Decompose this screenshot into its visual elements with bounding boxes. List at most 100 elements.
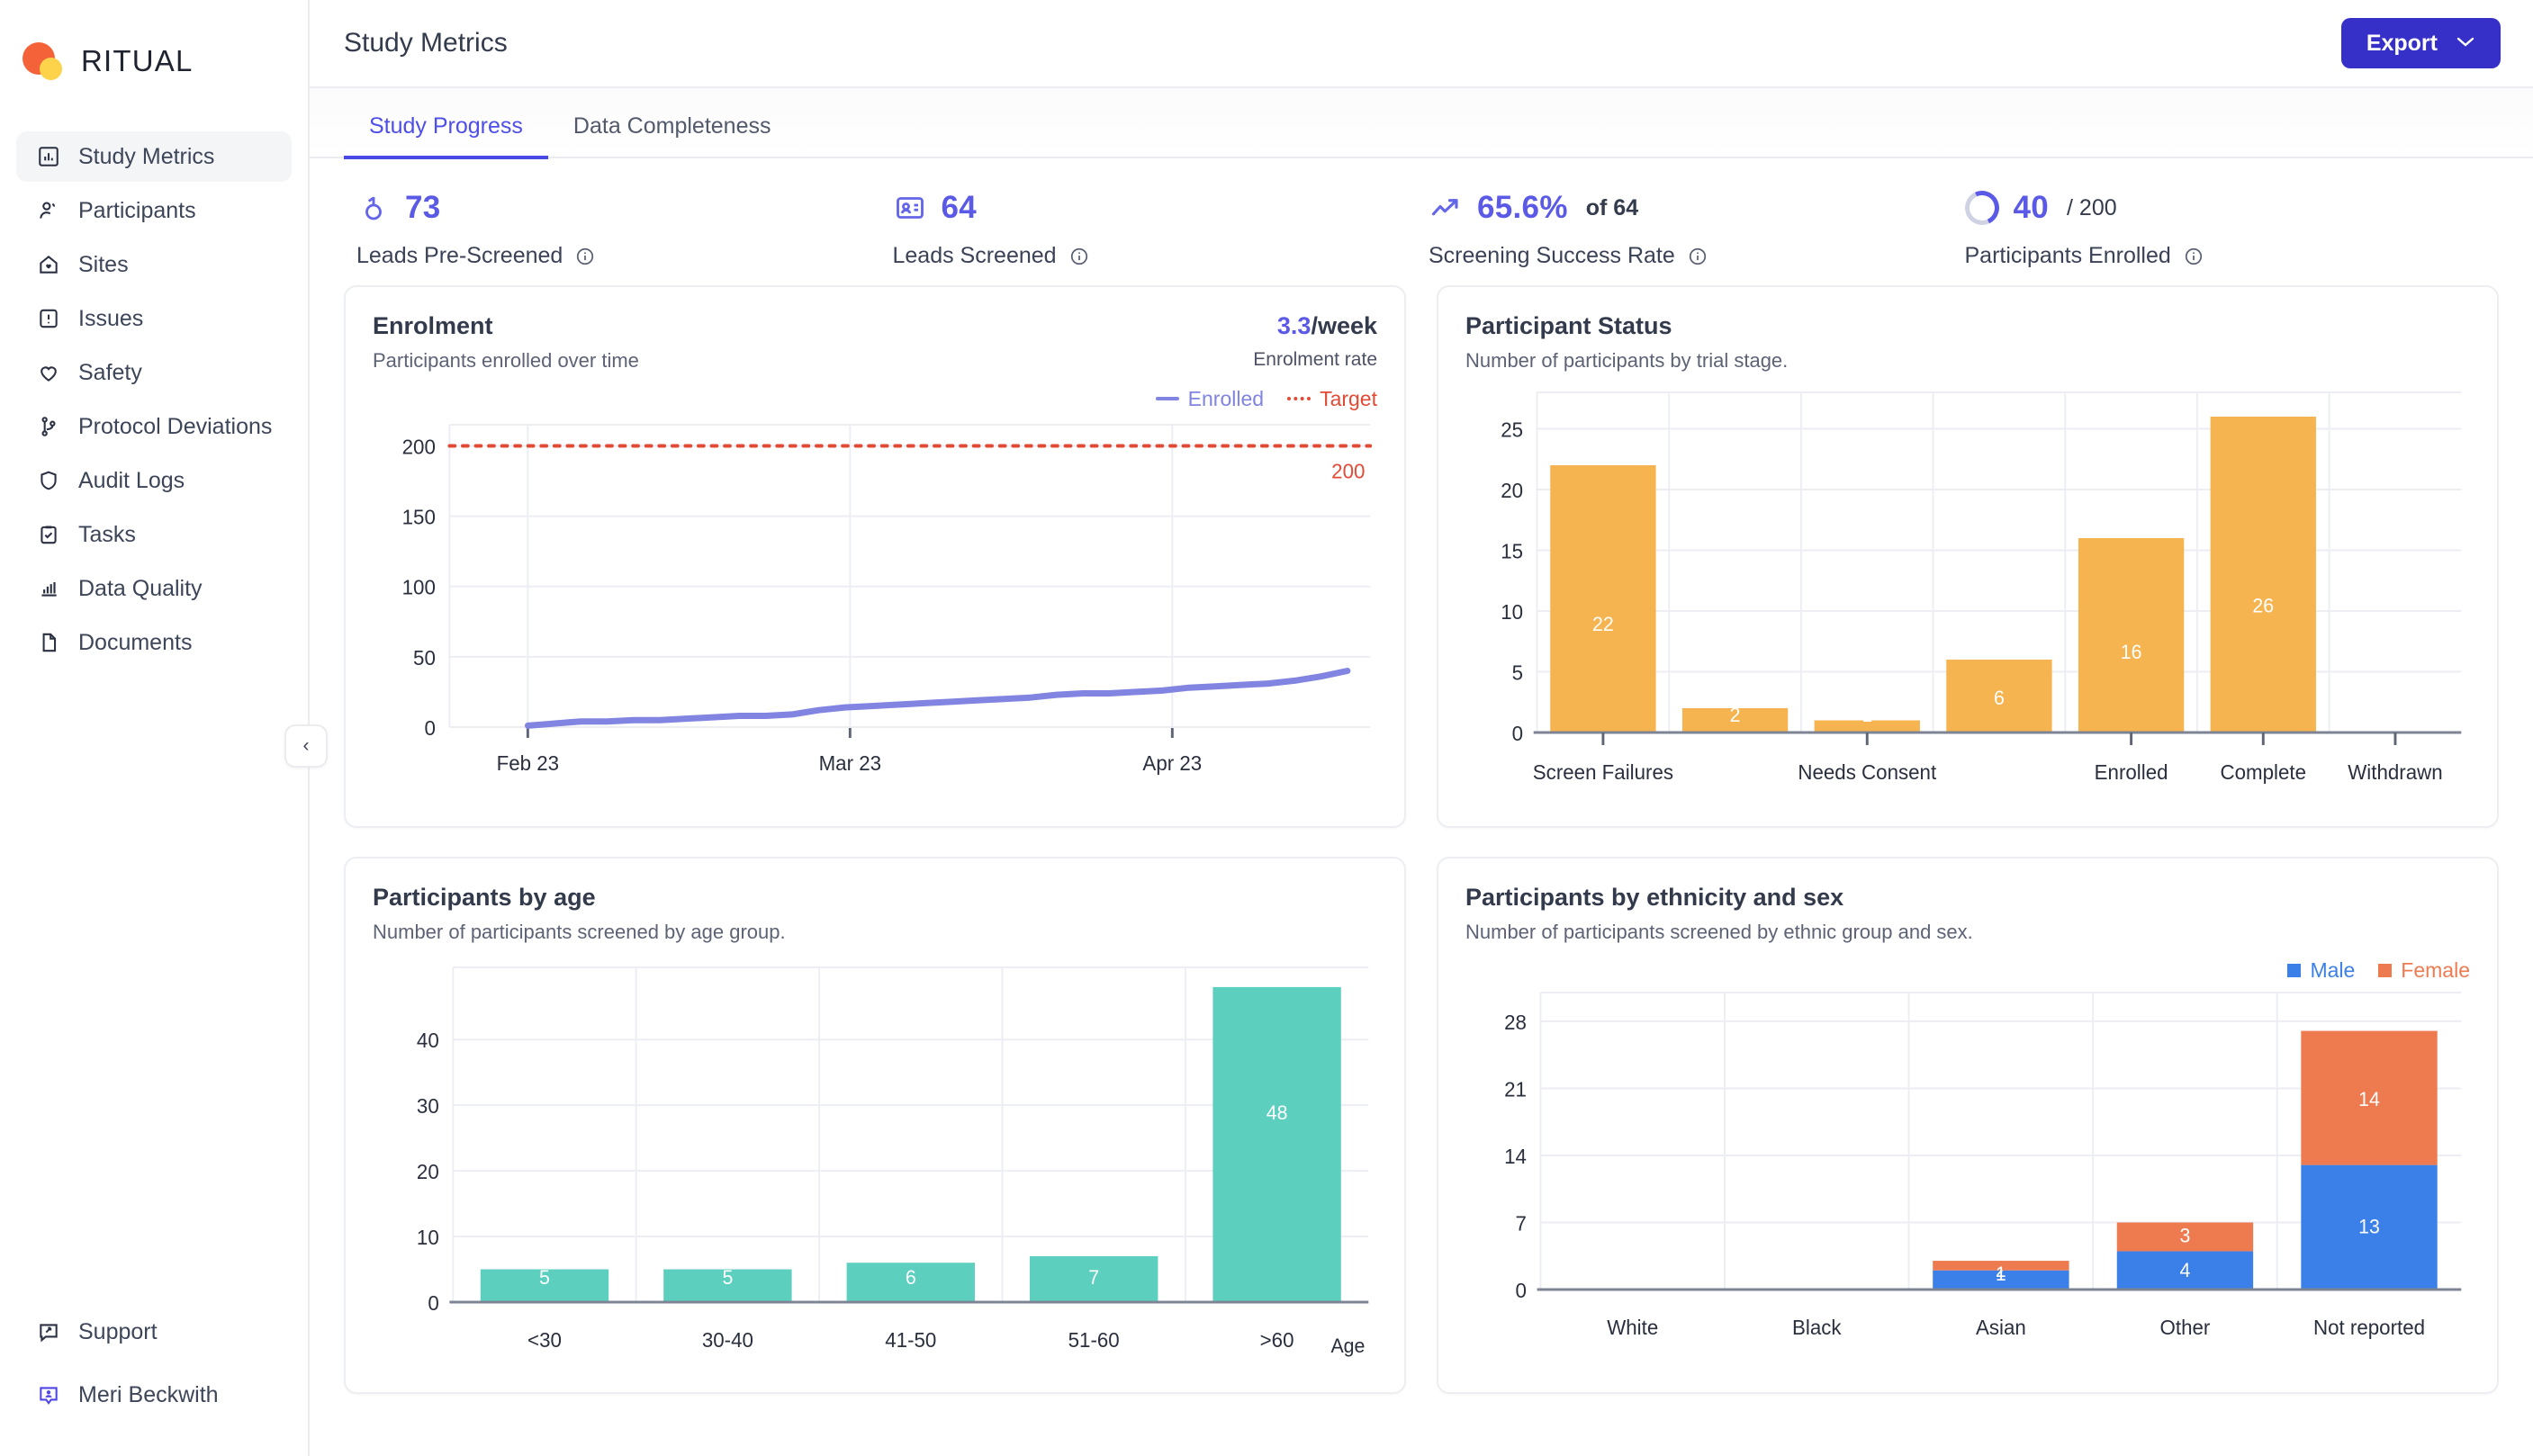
sidebar-item-label: Data Quality xyxy=(78,575,203,601)
donut-progress-icon xyxy=(1960,185,2004,230)
shield-icon xyxy=(36,469,60,493)
svg-text:Not reported: Not reported xyxy=(2313,1316,2425,1339)
sidebar-item-user-profile[interactable]: Meri Beckwith xyxy=(16,1370,292,1420)
sidebar-item-tasks[interactable]: Tasks xyxy=(16,509,292,560)
participants-by-age-bar-chart: 0 10 20 30 40 5 5 6 7 48 <30 30-40 41-50 51-60 >60 Age xyxy=(373,958,1377,1372)
legend-label: Male xyxy=(2310,957,2356,982)
user-badge-icon xyxy=(36,1383,60,1407)
heart-icon xyxy=(36,361,60,385)
line-swatch-icon xyxy=(1155,397,1179,400)
tab-study-progress[interactable]: Study Progress xyxy=(344,113,548,159)
svg-text:20: 20 xyxy=(417,1160,439,1183)
svg-text:0: 0 xyxy=(1516,1279,1527,1302)
legend-item-male[interactable]: Male xyxy=(2287,958,2355,983)
sidebar-item-label: Sites xyxy=(78,251,129,277)
legend-label: Female xyxy=(2401,957,2470,982)
svg-text:150: 150 xyxy=(402,505,436,528)
svg-text:<30: <30 xyxy=(527,1328,562,1352)
enrolment-rate-unit: /week xyxy=(1311,312,1377,339)
kpi-value: 73 xyxy=(405,190,441,225)
sidebar-item-study-metrics[interactable]: Study Metrics xyxy=(16,131,292,182)
card-subtitle: Number of participants by trial stage. xyxy=(1465,349,1789,372)
sidebar-item-issues[interactable]: Issues xyxy=(16,293,292,344)
svg-text:41-50: 41-50 xyxy=(885,1328,936,1352)
svg-text:10: 10 xyxy=(1501,600,1523,624)
document-icon xyxy=(36,631,60,655)
svg-text:White: White xyxy=(1607,1316,1658,1339)
legend-item-female[interactable]: Female xyxy=(2378,958,2470,983)
alert-square-icon xyxy=(36,307,60,331)
svg-text:10: 10 xyxy=(417,1226,439,1249)
export-button[interactable]: Export xyxy=(2340,18,2501,68)
legend-item-enrolled[interactable]: Enrolled xyxy=(1155,386,1265,411)
kpi-value: 64 xyxy=(941,190,978,225)
home-heart-icon xyxy=(36,253,60,277)
app-root: RITUAL Study Metrics Participants Sites xyxy=(0,0,2533,1456)
brand-name: RITUAL xyxy=(81,44,194,77)
svg-text:200: 200 xyxy=(1331,459,1365,482)
svg-text:14: 14 xyxy=(2358,1088,2380,1110)
kpi-suffix: of 64 xyxy=(1585,194,1639,220)
svg-text:Screen Failures: Screen Failures xyxy=(1533,760,1673,784)
trend-up-icon xyxy=(1429,191,1463,225)
ethnicity-legend: Male Female xyxy=(1465,957,2470,984)
sidebar-item-label: Meri Beckwith xyxy=(78,1381,219,1407)
svg-text:50: 50 xyxy=(413,646,436,670)
kpi-value: 40 xyxy=(2013,190,2050,225)
participant-status-bar-chart: 5 10 15 20 25 0 22 2 1 6 16 26 Screen Failures Needs … xyxy=(1465,383,2470,806)
svg-text:1: 1 xyxy=(1996,1263,2006,1285)
sidebar-item-label: Support xyxy=(78,1318,158,1344)
support-message-icon xyxy=(36,1320,60,1344)
sidebar-item-safety[interactable]: Safety xyxy=(16,347,292,398)
info-icon[interactable] xyxy=(575,247,595,266)
svg-text:Needs Consent: Needs Consent xyxy=(1798,760,1937,784)
sidebar-item-participants[interactable]: Participants xyxy=(16,185,292,236)
main-area: Study Metrics Export Study Progress Data… xyxy=(310,0,2533,1456)
enrolment-rate-value: 3.3 xyxy=(1276,312,1312,339)
enrolment-line-chart: 0 50 100 150 200 200 Feb 23 Mar 23 Apr 23 xyxy=(373,412,1377,790)
sidebar-item-label: Safety xyxy=(78,359,142,385)
square-swatch-icon xyxy=(2287,963,2302,977)
bar-chart-icon xyxy=(36,577,60,601)
legend-label: Enrolled xyxy=(1187,386,1265,410)
sidebar-item-label: Tasks xyxy=(78,521,136,547)
sidebar-bottom-nav: Support Meri Beckwith xyxy=(0,1307,308,1456)
svg-text:3: 3 xyxy=(2180,1224,2191,1246)
svg-text:>60: >60 xyxy=(1260,1328,1294,1352)
info-icon[interactable] xyxy=(1069,247,1089,266)
kpi-leads-pre-screened: 73 Leads Pre-Screened xyxy=(349,185,886,269)
charts-row-1: Enrolment Participants enrolled over tim… xyxy=(344,285,2499,828)
kpi-row: 73 Leads Pre-Screened 64 Leads Screened … xyxy=(344,158,2499,285)
info-icon[interactable] xyxy=(1688,247,1708,266)
sidebar: RITUAL Study Metrics Participants Sites xyxy=(0,0,310,1456)
sidebar-item-data-quality[interactable]: Data Quality xyxy=(16,563,292,614)
sidebar-item-support[interactable]: Support xyxy=(16,1307,292,1357)
svg-text:Black: Black xyxy=(1792,1316,1842,1339)
sidebar-item-documents[interactable]: Documents xyxy=(16,617,292,668)
kpi-suffix: / 200 xyxy=(2067,194,2117,220)
svg-text:16: 16 xyxy=(2121,641,2142,663)
svg-text:1: 1 xyxy=(1861,704,1872,726)
svg-text:100: 100 xyxy=(402,575,436,598)
sidebar-item-sites[interactable]: Sites xyxy=(16,239,292,290)
svg-text:4: 4 xyxy=(2180,1259,2191,1281)
kpi-label: Leads Screened xyxy=(892,243,1057,268)
id-card-icon xyxy=(893,191,927,225)
dotted-line-swatch-icon xyxy=(1287,397,1312,400)
user-icon xyxy=(36,199,60,223)
svg-text:Enrolled: Enrolled xyxy=(2095,760,2168,784)
sidebar-collapse-button[interactable]: ‹ xyxy=(284,724,328,768)
card-enrolment: Enrolment Participants enrolled over tim… xyxy=(344,285,1406,828)
svg-text:0: 0 xyxy=(1512,722,1523,745)
card-title: Participants by age xyxy=(373,884,596,911)
sidebar-item-audit-logs[interactable]: Audit Logs xyxy=(16,455,292,506)
info-icon[interactable] xyxy=(2184,247,2204,266)
kpi-label: Screening Success Rate xyxy=(1429,243,1675,268)
brand: RITUAL xyxy=(0,0,308,90)
sidebar-item-protocol-deviations[interactable]: Protocol Deviations xyxy=(16,401,292,452)
legend-item-target[interactable]: Target xyxy=(1287,387,1377,411)
svg-text:Mar 23: Mar 23 xyxy=(819,751,881,775)
enrolment-rate-label: Enrolment rate xyxy=(1253,349,1377,370)
tab-data-completeness[interactable]: Data Completeness xyxy=(548,113,797,159)
sidebar-item-label: Documents xyxy=(78,629,193,655)
